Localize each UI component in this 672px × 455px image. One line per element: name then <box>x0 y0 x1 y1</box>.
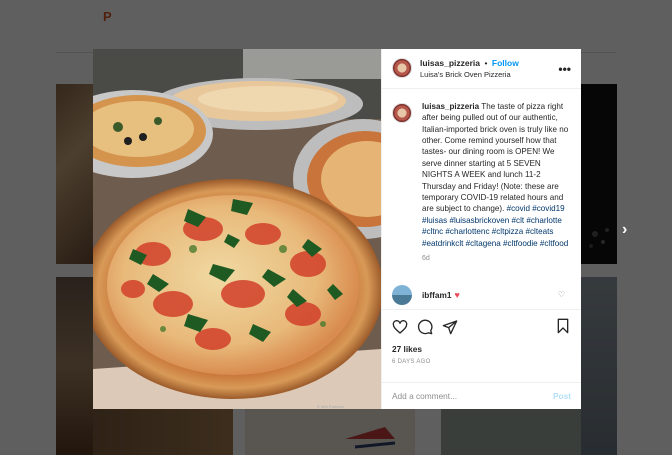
more-options-icon[interactable]: ••• <box>558 63 571 75</box>
author-username[interactable]: luisas_pizzeria <box>420 58 480 68</box>
pizza-photo-illustration <box>93 49 381 409</box>
post-details-panel: luisas_pizzeria • Follow Luisa's Brick O… <box>381 49 581 409</box>
post-actions: 27 likes 6 DAYS AGO <box>382 309 581 381</box>
post-date: 6 DAYS AGO <box>392 359 431 366</box>
caption-username[interactable]: luisas_pizzeria <box>422 102 479 111</box>
add-comment-bar: Post <box>382 381 581 409</box>
comment-bubble-icon[interactable] <box>417 319 433 335</box>
caption-main: The taste of pizza right after being pul… <box>422 101 569 214</box>
photo-watermark: © Info Partners <box>317 404 344 409</box>
post-photo[interactable] <box>93 49 381 409</box>
author-info: luisas_pizzeria • Follow Luisa's Brick O… <box>420 56 519 80</box>
commenter-avatar[interactable] <box>392 285 412 306</box>
likes-count[interactable]: 27 likes <box>392 344 571 354</box>
caption-avatar[interactable] <box>392 102 412 123</box>
bookmark-icon[interactable] <box>555 318 571 334</box>
caption-section: luisas_pizzeria The taste of pizza right… <box>382 89 581 281</box>
comment-item: ibffam1 ♥ ♡ <box>382 281 581 309</box>
heart-emoji-icon: ♥ <box>454 290 460 301</box>
heart-outline-icon[interactable] <box>392 319 408 335</box>
action-icons-row <box>392 318 571 336</box>
like-comment-icon[interactable]: ♡ <box>558 290 565 299</box>
comment-input[interactable] <box>392 390 532 401</box>
follow-button[interactable]: Follow <box>492 58 519 68</box>
paper-plane-icon[interactable] <box>442 319 458 335</box>
caption-timestamp: 6d <box>422 254 430 262</box>
post-comment-button[interactable]: Post <box>553 391 571 401</box>
post-modal: luisas_pizzeria • Follow Luisa's Brick O… <box>93 49 581 409</box>
commenter-username[interactable]: ibffam1 <box>422 290 452 300</box>
caption-text: luisas_pizzeria The taste of pizza right… <box>422 101 571 281</box>
post-header: luisas_pizzeria • Follow Luisa's Brick O… <box>382 49 581 89</box>
next-post-arrow[interactable]: › <box>622 221 627 239</box>
header-separator: • <box>484 58 488 69</box>
location-link[interactable]: Luisa's Brick Oven Pizzeria <box>420 69 519 80</box>
author-avatar[interactable] <box>392 58 412 79</box>
